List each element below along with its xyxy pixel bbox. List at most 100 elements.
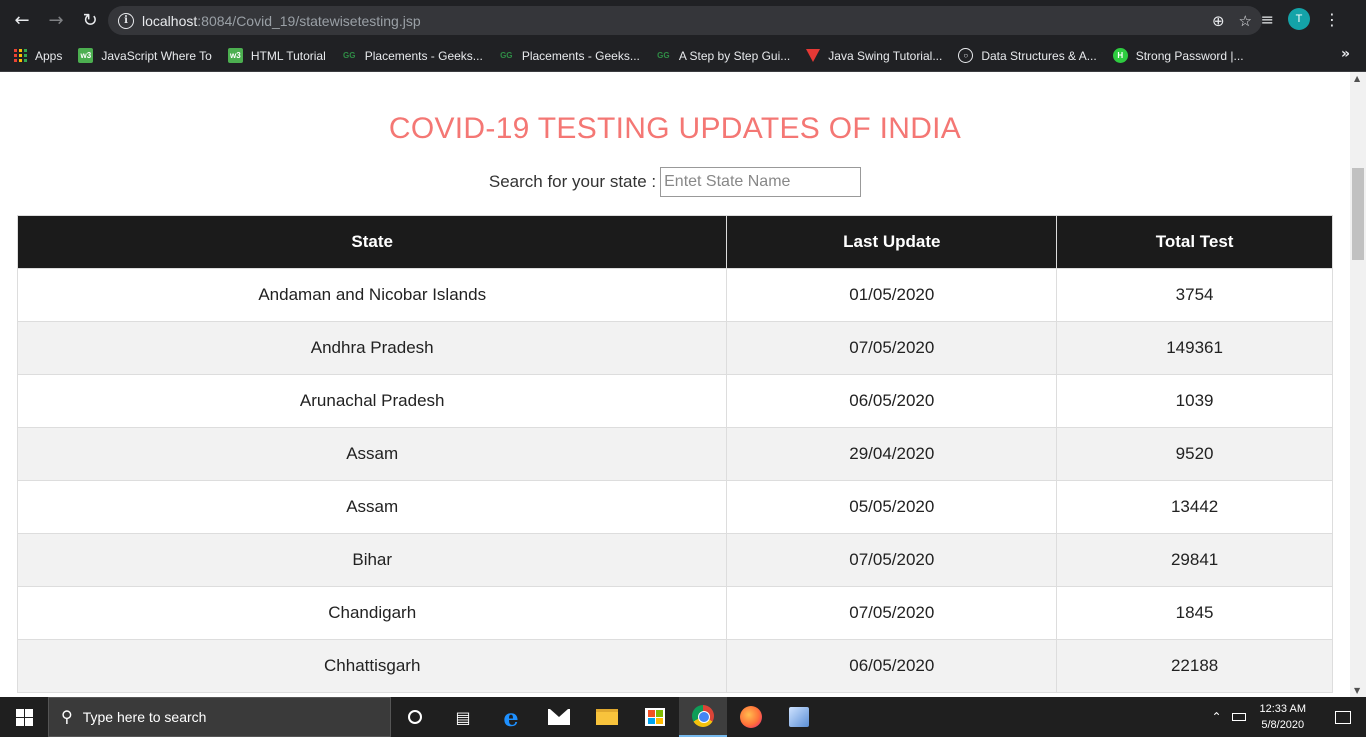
cell-state: Bihar — [16, 533, 728, 587]
bookmarks-overflow-icon[interactable]: » — [1341, 46, 1350, 62]
table-header-row: State Last Update Total Test — [16, 215, 1333, 269]
table-body: Andaman and Nicobar Islands 01/05/2020 3… — [16, 268, 1333, 693]
edge-button[interactable]: e — [487, 697, 535, 737]
cell-state: Assam — [16, 427, 728, 481]
page-scrollbar[interactable]: ▲ ▼ — [1350, 72, 1366, 697]
zoom-icon[interactable]: ⊕ — [1212, 12, 1225, 30]
testing-table: State Last Update Total Test Andaman and… — [16, 215, 1333, 693]
bookmark-label: Placements - Geeks... — [521, 48, 640, 63]
folder-icon — [596, 709, 618, 725]
bookmark-javascript-where-to[interactable]: w3 JavaScript Where To — [78, 44, 212, 68]
taskbar-search-placeholder: Type here to search — [82, 709, 207, 725]
search-label: Search for your state : — [488, 172, 657, 191]
bookmark-star-icon[interactable]: ☆ — [1239, 12, 1252, 30]
back-arrow-icon[interactable]: ← — [6, 4, 38, 36]
box-app-icon — [789, 707, 809, 727]
scroll-down-arrow-icon[interactable]: ▼ — [1354, 686, 1360, 695]
cell-last-update: 05/05/2020 — [726, 480, 1058, 534]
table-row: Arunachal Pradesh 06/05/2020 1039 — [16, 374, 1333, 428]
bookmark-placements-2[interactable]: GG Placements - Geeks... — [499, 44, 640, 68]
cell-last-update: 29/04/2020 — [726, 427, 1058, 481]
mail-button[interactable] — [535, 697, 583, 737]
table-row: Bihar 07/05/2020 29841 — [16, 533, 1333, 587]
password-site-icon: H — [1112, 48, 1128, 63]
bookmark-label: Strong Password |... — [1135, 48, 1244, 63]
table-row: Chandigarh 07/05/2020 1845 — [16, 586, 1333, 640]
kebab-menu-icon[interactable]: ⋮ — [1324, 10, 1340, 29]
apps-grid-icon — [14, 49, 27, 62]
cell-state: Arunachal Pradesh — [16, 374, 728, 428]
cell-state: Chandigarh — [16, 586, 728, 640]
table-row: Andaman and Nicobar Islands 01/05/2020 3… — [16, 268, 1333, 322]
site-info-icon[interactable]: i — [118, 12, 134, 29]
forward-arrow-icon[interactable]: → — [40, 4, 72, 36]
clock-time: 12:33 AM — [1259, 703, 1306, 715]
cell-last-update: 01/05/2020 — [726, 268, 1058, 322]
store-button[interactable] — [631, 697, 679, 737]
address-bar[interactable]: i localhost:8084/Covid_19/statewisetesti… — [108, 6, 1262, 35]
bookmark-html-tutorial[interactable]: w3 HTML Tutorial — [227, 44, 326, 68]
data-structures-icon: ○ — [958, 48, 974, 63]
clock[interactable]: 12:33 AM 5/8/2020 — [1260, 701, 1306, 733]
state-search-input[interactable] — [660, 167, 862, 197]
cell-last-update: 07/05/2020 — [726, 586, 1058, 640]
media-control-icon[interactable]: ≡ — [1261, 10, 1274, 29]
start-button[interactable] — [0, 697, 48, 737]
chrome-icon — [692, 705, 714, 727]
chevron-up-icon[interactable]: ⌃ — [1211, 710, 1221, 724]
cell-state: Andhra Pradesh — [16, 321, 728, 375]
url-path: :8084/Covid_19/statewisetesting.jsp — [197, 12, 421, 29]
profile-avatar[interactable]: T — [1288, 8, 1310, 30]
page-title: COVID-19 TESTING UPDATES OF INDIA — [388, 112, 962, 145]
bookmark-strong-password[interactable]: H Strong Password |... — [1112, 44, 1244, 68]
reload-icon[interactable]: ↻ — [74, 4, 106, 36]
bookmark-label: A Step by Step Gui... — [678, 48, 791, 63]
windows-taskbar: ⚲ Type here to search ▤ e ⌃ 12:33 AM 5/8… — [0, 697, 1366, 737]
cell-last-update: 06/05/2020 — [726, 639, 1058, 693]
cell-total-test: 13442 — [1056, 480, 1333, 534]
cell-total-test: 149361 — [1056, 321, 1333, 375]
cell-total-test: 9520 — [1056, 427, 1333, 481]
geeksforgeeks-icon: GG — [343, 51, 356, 60]
clock-date: 5/8/2020 — [1261, 719, 1305, 731]
geeksforgeeks-icon: GG — [657, 51, 670, 60]
edge-icon: e — [503, 702, 519, 732]
bookmark-placements-1[interactable]: GG Placements - Geeks... — [342, 44, 483, 68]
javatpoint-icon — [806, 49, 821, 62]
bookmark-label: JavaScript Where To — [101, 48, 212, 63]
table-row: Chhattisgarh 06/05/2020 22188 — [16, 639, 1333, 693]
battery-icon[interactable] — [1231, 713, 1246, 721]
system-tray: ⌃ 12:33 AM 5/8/2020 — [1211, 697, 1366, 737]
cell-total-test: 22188 — [1056, 639, 1333, 693]
task-view-button[interactable]: ▤ — [439, 697, 487, 737]
taskbar-search-box[interactable]: ⚲ Type here to search — [48, 697, 391, 737]
header-state: State — [16, 215, 728, 269]
chrome-button[interactable] — [679, 697, 727, 737]
cell-state: Assam — [16, 480, 728, 534]
header-last-update: Last Update — [726, 215, 1058, 269]
cell-state: Andaman and Nicobar Islands — [16, 268, 728, 322]
scroll-thumb[interactable] — [1352, 168, 1364, 260]
cell-last-update: 07/05/2020 — [726, 321, 1058, 375]
page-content: COVID-19 TESTING UPDATES OF INDIA Search… — [0, 72, 1350, 697]
notification-button[interactable] — [1320, 697, 1366, 737]
cell-total-test: 3754 — [1056, 268, 1333, 322]
scroll-up-arrow-icon[interactable]: ▲ — [1354, 74, 1360, 83]
firefox-button[interactable] — [727, 697, 775, 737]
table-row: Andhra Pradesh 07/05/2020 149361 — [16, 321, 1333, 375]
bookmark-java-swing[interactable]: Java Swing Tutorial... — [806, 44, 942, 68]
cortana-button[interactable] — [391, 697, 439, 737]
bookmark-data-structures[interactable]: ○ Data Structures & A... — [958, 44, 1097, 68]
cell-total-test: 1039 — [1056, 374, 1333, 428]
cell-last-update: 06/05/2020 — [726, 374, 1058, 428]
bookmark-label: HTML Tutorial — [250, 48, 326, 63]
file-explorer-button[interactable] — [583, 697, 631, 737]
bookmark-apps[interactable]: Apps — [14, 44, 62, 68]
cortana-icon — [408, 710, 422, 724]
url-text[interactable]: localhost:8084/Covid_19/statewisetesting… — [142, 13, 421, 29]
url-host: localhost — [142, 12, 198, 29]
cell-total-test: 1845 — [1056, 586, 1333, 640]
bookmark-step-by-step[interactable]: GG A Step by Step Gui... — [656, 44, 790, 68]
search-row: Search for your state : — [0, 167, 1350, 197]
app-box-button[interactable] — [775, 697, 823, 737]
